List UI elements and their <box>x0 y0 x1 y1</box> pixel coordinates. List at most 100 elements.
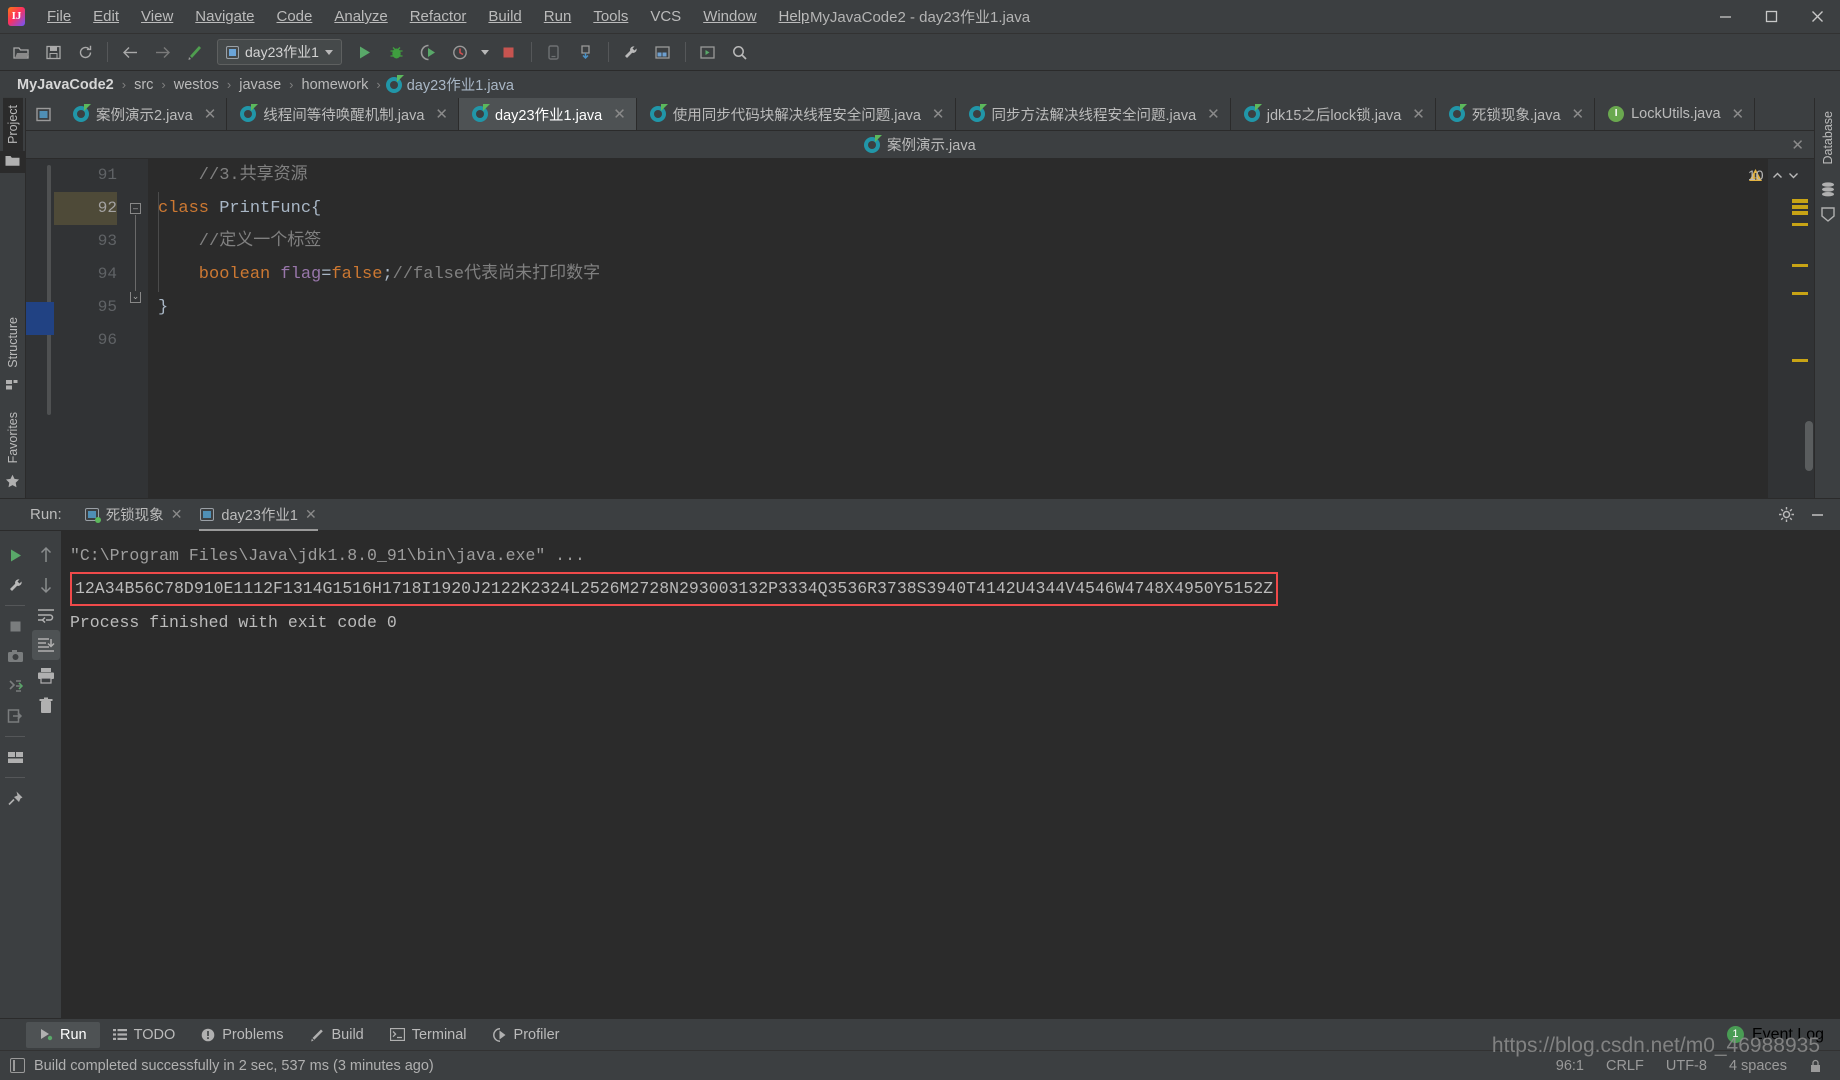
search-everywhere-icon[interactable] <box>725 38 755 66</box>
breadcrumb-item-westos[interactable]: westos <box>171 77 222 93</box>
editor-tab-row2-0[interactable]: 案例演示.java <box>854 134 986 155</box>
editor-tab-5[interactable]: jdk15之后lock锁.java ✕ <box>1230 98 1436 130</box>
rerun-green-triangle-icon[interactable] <box>1 540 29 570</box>
open-folder-icon[interactable] <box>6 38 36 66</box>
horizontal-scrollbar-knob[interactable] <box>47 165 51 415</box>
close-icon[interactable]: ✕ <box>613 105 626 123</box>
close-icon[interactable]: ✕ <box>1732 105 1745 123</box>
close-icon[interactable]: ✕ <box>932 105 945 123</box>
menu-window[interactable]: Window <box>692 4 767 29</box>
breadcrumb-item-src[interactable]: src <box>131 77 156 93</box>
tool-window-terminal[interactable]: Terminal <box>377 1022 480 1048</box>
pin-tab-icon[interactable] <box>1 783 29 813</box>
settings-wrench-icon[interactable] <box>1 570 29 600</box>
breadcrumb-item-project[interactable]: MyJavaCode2 <box>14 77 117 93</box>
dump-threads-icon[interactable] <box>1 671 29 701</box>
run-tab-1[interactable]: day23作业1 ✕ <box>191 499 325 531</box>
warning-indicator[interactable]: 10 <box>1748 167 1814 183</box>
install-apk-icon[interactable] <box>571 38 601 66</box>
sidebar-item-favorites[interactable]: Favorites <box>3 405 23 470</box>
vertical-scrollbar-knob[interactable] <box>1805 421 1813 471</box>
debug-bug-icon[interactable] <box>382 38 412 66</box>
editor-tab-0[interactable]: 案例演示2.java ✕ <box>60 98 228 130</box>
editor-tab-1[interactable]: 线程间等待唤醒机制.java ✕ <box>227 98 459 130</box>
menu-code[interactable]: Code <box>265 4 323 29</box>
maximize-button[interactable] <box>1748 0 1794 34</box>
gear-icon[interactable] <box>1778 506 1795 523</box>
menu-file[interactable]: File <box>36 4 82 29</box>
project-structure-icon[interactable] <box>648 38 678 66</box>
code-content[interactable]: //3.共享资源 class PrintFunc{ //定义一个标签 boole… <box>148 159 1768 498</box>
settings-wrench-icon[interactable] <box>616 38 646 66</box>
clear-all-trash-icon[interactable] <box>32 690 60 720</box>
export-icon[interactable] <box>1 701 29 731</box>
down-arrow-icon[interactable] <box>32 570 60 600</box>
editor-tab-7[interactable]: LockUtils.java ✕ <box>1595 98 1756 130</box>
layout-icon[interactable] <box>1 742 29 772</box>
menu-help[interactable]: Help <box>768 4 821 29</box>
forward-arrow-icon[interactable] <box>147 38 177 66</box>
save-all-icon[interactable] <box>38 38 68 66</box>
scroll-to-end-icon[interactable] <box>31 630 60 660</box>
menu-build[interactable]: Build <box>477 4 532 29</box>
sync-icon[interactable] <box>70 38 100 66</box>
back-arrow-icon[interactable] <box>115 38 145 66</box>
profile-clock-icon[interactable] <box>446 38 476 66</box>
close-icon[interactable]: ✕ <box>435 105 448 123</box>
editor-tab-4[interactable]: 同步方法解决线程安全问题.java ✕ <box>955 98 1231 130</box>
close-icon[interactable]: ✕ <box>305 506 317 523</box>
run-with-coverage-icon[interactable] <box>414 38 444 66</box>
minimize-icon[interactable] <box>1809 506 1826 523</box>
close-button[interactable] <box>1794 0 1840 34</box>
tool-window-todo[interactable]: TODO <box>100 1022 189 1048</box>
build-hammer-icon[interactable] <box>179 38 209 66</box>
menu-tools[interactable]: Tools <box>582 4 639 29</box>
editor-marker-strip[interactable]: 10 <box>1748 159 1814 498</box>
minimize-button[interactable] <box>1702 0 1748 34</box>
breadcrumb-item-javase[interactable]: javase <box>236 77 284 93</box>
code-folding-column[interactable]: – ⌄ <box>126 159 148 498</box>
editor-tab-6[interactable]: 死锁现象.java ✕ <box>1435 98 1596 130</box>
up-arrow-icon[interactable] <box>32 540 60 570</box>
fold-collapse-icon[interactable]: – <box>130 203 141 214</box>
menu-navigate[interactable]: Navigate <box>184 4 265 29</box>
ant-build-icon[interactable] <box>1820 206 1835 222</box>
avd-manager-icon[interactable] <box>693 38 723 66</box>
indent-setting[interactable]: 4 spaces <box>1729 1058 1787 1074</box>
print-icon[interactable] <box>32 660 60 690</box>
run-configuration-selector[interactable]: day23作业1 <box>217 39 342 65</box>
menu-vcs[interactable]: VCS <box>639 4 692 29</box>
breadcrumb-item-file[interactable]: day23作业1.java <box>385 74 514 95</box>
code-editor[interactable]: 91 92 93 94 95 96 – ⌄ //3.共享资源 class Pri… <box>26 159 1814 498</box>
profiler-dropdown-icon[interactable] <box>478 38 492 66</box>
close-icon[interactable]: ✕ <box>1412 105 1425 123</box>
close-icon[interactable]: ✕ <box>1572 105 1585 123</box>
lock-icon[interactable] <box>1809 1059 1822 1073</box>
menu-analyze[interactable]: Analyze <box>323 4 398 29</box>
screenshot-camera-icon[interactable] <box>1 641 29 671</box>
sidebar-item-database[interactable]: Database <box>1818 104 1838 172</box>
stop-square-icon[interactable] <box>1 611 29 641</box>
editor-tab-3[interactable]: 使用同步代码块解决线程安全问题.java ✕ <box>636 98 956 130</box>
sidebar-item-structure[interactable]: Structure <box>3 310 23 375</box>
menu-refactor[interactable]: Refactor <box>399 4 478 29</box>
close-icon[interactable]: ✕ <box>1207 105 1220 123</box>
tool-window-problems[interactable]: Problems <box>188 1022 296 1048</box>
caret-position[interactable]: 96:1 <box>1556 1058 1584 1074</box>
soft-wrap-icon[interactable] <box>32 600 60 630</box>
stop-red-square-icon[interactable] <box>494 38 524 66</box>
sidebar-item-project[interactable]: Project <box>2 98 23 151</box>
console-output[interactable]: "C:\Program Files\Java\jdk1.8.0_91\bin\j… <box>62 531 1840 1018</box>
close-icon[interactable]: ✕ <box>204 105 217 123</box>
tool-window-profiler[interactable]: Profiler <box>480 1022 573 1048</box>
close-icon[interactable]: ✕ <box>1791 136 1804 154</box>
tabs-list-icon[interactable] <box>26 98 60 130</box>
menu-run[interactable]: Run <box>533 4 583 29</box>
editor-tab-2[interactable]: day23作业1.java ✕ <box>459 98 637 130</box>
line-separator[interactable]: CRLF <box>1606 1058 1644 1074</box>
tool-window-run[interactable]: Run <box>26 1021 100 1048</box>
update-app-icon[interactable] <box>539 38 569 66</box>
breadcrumb-item-homework[interactable]: homework <box>299 77 372 93</box>
run-tab-0[interactable]: 死锁现象 ✕ <box>76 499 192 531</box>
file-encoding[interactable]: UTF-8 <box>1666 1058 1707 1074</box>
